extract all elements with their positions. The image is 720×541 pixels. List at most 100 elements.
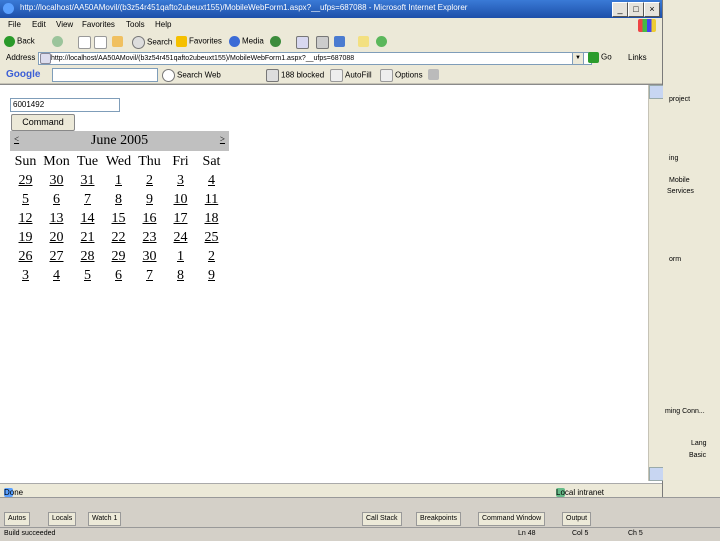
calendar-day[interactable]: 9	[134, 190, 165, 209]
menu-view[interactable]: View	[56, 20, 73, 29]
menu-favorites[interactable]: Favorites	[82, 20, 115, 29]
panel-item[interactable]: ing	[669, 155, 678, 162]
close-button[interactable]: ×	[644, 2, 660, 17]
calendar-day[interactable]: 2	[196, 247, 227, 266]
calendar-day[interactable]: 8	[165, 266, 196, 285]
menu-help[interactable]: Help	[155, 20, 171, 29]
panel-item[interactable]: Mobile	[669, 177, 690, 184]
calendar-day[interactable]: 3	[165, 171, 196, 190]
calendar-day[interactable]: 14	[72, 209, 103, 228]
search-button[interactable]: Search	[132, 36, 172, 49]
google-logo[interactable]: Google	[6, 69, 40, 80]
calendar-day[interactable]: 6	[103, 266, 134, 285]
calendar-day[interactable]: 6	[41, 190, 72, 209]
calendar-week: 29 30 31 1 2 3 4	[10, 171, 227, 190]
scroll-down-button[interactable]	[649, 467, 664, 481]
refresh-button[interactable]	[94, 36, 109, 49]
panel-item[interactable]: ming Conn...	[665, 408, 705, 415]
calendar-day[interactable]: 25	[196, 228, 227, 247]
highlight-button[interactable]	[428, 69, 441, 80]
forward-button[interactable]	[52, 36, 65, 47]
history-button[interactable]	[270, 36, 283, 47]
search-web-button[interactable]: Search Web	[162, 69, 221, 82]
go-button[interactable]: Go	[588, 52, 612, 63]
panel-item[interactable]: Lang	[691, 440, 707, 447]
calendar-day[interactable]: 15	[103, 209, 134, 228]
options-button[interactable]: Options	[380, 69, 423, 82]
next-month-link[interactable]: >	[220, 134, 225, 144]
calendar-day[interactable]: 23	[134, 228, 165, 247]
mail-button[interactable]	[296, 36, 311, 49]
tab-autos[interactable]: Autos	[4, 512, 30, 526]
calendar-day[interactable]: 24	[165, 228, 196, 247]
print-button[interactable]	[316, 36, 331, 49]
standard-toolbar: Back Search Favorites Media	[0, 33, 662, 51]
media-button[interactable]: Media	[229, 36, 264, 47]
calendar-day[interactable]: 5	[72, 266, 103, 285]
calendar-day[interactable]: 17	[165, 209, 196, 228]
calendar-day[interactable]: 12	[10, 209, 41, 228]
back-button[interactable]: Back	[4, 36, 35, 47]
tab-call-stack[interactable]: Call Stack	[362, 512, 402, 526]
calendar-day[interactable]: 16	[134, 209, 165, 228]
tab-breakpoints[interactable]: Breakpoints	[416, 512, 461, 526]
calendar-day[interactable]: 2	[134, 171, 165, 190]
address-input[interactable]: http://localhost/AA50AMovil/(b3z54r451qa…	[38, 52, 592, 65]
calendar-day[interactable]: 8	[103, 190, 134, 209]
tab-command-window[interactable]: Command Window	[478, 512, 546, 526]
messenger-button[interactable]	[376, 36, 389, 47]
title-bar: http://localhost/AA50AMovil/(b3z54r451qa…	[0, 0, 662, 18]
calendar-day[interactable]: 4	[196, 171, 227, 190]
calendar-day[interactable]: 10	[165, 190, 196, 209]
scroll-up-button[interactable]	[649, 85, 664, 99]
calendar-day[interactable]: 5	[10, 190, 41, 209]
calendar-day[interactable]: 4	[41, 266, 72, 285]
home-button[interactable]	[112, 36, 125, 47]
vertical-scrollbar[interactable]	[648, 85, 664, 481]
tab-watch[interactable]: Watch 1	[88, 512, 122, 526]
calendar-day[interactable]: 9	[196, 266, 227, 285]
calendar-day[interactable]: 1	[165, 247, 196, 266]
calendar-day[interactable]: 26	[10, 247, 41, 266]
menu-edit[interactable]: Edit	[32, 20, 46, 29]
calendar-day[interactable]: 21	[72, 228, 103, 247]
links-button[interactable]: Links	[628, 53, 647, 62]
calendar-day[interactable]: 7	[134, 266, 165, 285]
calendar-day[interactable]: 31	[72, 171, 103, 190]
minimize-button[interactable]: _	[612, 2, 628, 17]
calendar-day[interactable]: 18	[196, 209, 227, 228]
calendar-day[interactable]: 7	[72, 190, 103, 209]
calendar-day[interactable]: 29	[10, 171, 41, 190]
panel-item[interactable]: orm	[669, 256, 681, 263]
popup-blocker-button[interactable]: 188 blocked	[266, 69, 324, 82]
calendar-day[interactable]: 3	[10, 266, 41, 285]
autofill-button[interactable]: AutoFill	[330, 69, 372, 82]
tab-locals[interactable]: Locals	[48, 512, 77, 526]
panel-item[interactable]: project	[669, 96, 690, 103]
address-dropdown-button[interactable]: ▼	[572, 52, 584, 65]
discuss-button[interactable]	[358, 36, 371, 47]
calendar-day[interactable]: 22	[103, 228, 134, 247]
calendar-day[interactable]: 13	[41, 209, 72, 228]
calendar-day[interactable]: 11	[196, 190, 227, 209]
calendar-day[interactable]: 19	[10, 228, 41, 247]
calendar-day[interactable]: 20	[41, 228, 72, 247]
panel-item[interactable]: Basic	[689, 452, 706, 459]
command-button[interactable]: Command	[11, 114, 75, 131]
calendar-day[interactable]: 27	[41, 247, 72, 266]
menu-file[interactable]: File	[8, 20, 21, 29]
google-search-input[interactable]	[52, 68, 158, 82]
calendar-day[interactable]: 28	[72, 247, 103, 266]
favorites-button[interactable]: Favorites	[176, 36, 222, 47]
calendar-day[interactable]: 29	[103, 247, 134, 266]
calendar-day[interactable]: 30	[41, 171, 72, 190]
panel-item[interactable]: Services	[667, 188, 694, 195]
stop-button[interactable]	[78, 36, 93, 49]
calendar-day[interactable]: 1	[103, 171, 134, 190]
tab-output[interactable]: Output	[562, 512, 592, 526]
edit-button[interactable]	[334, 36, 347, 47]
text-input[interactable]: 6001492	[10, 98, 120, 112]
maximize-button[interactable]: □	[628, 2, 644, 17]
calendar-day[interactable]: 30	[134, 247, 165, 266]
menu-tools[interactable]: Tools	[126, 20, 145, 29]
